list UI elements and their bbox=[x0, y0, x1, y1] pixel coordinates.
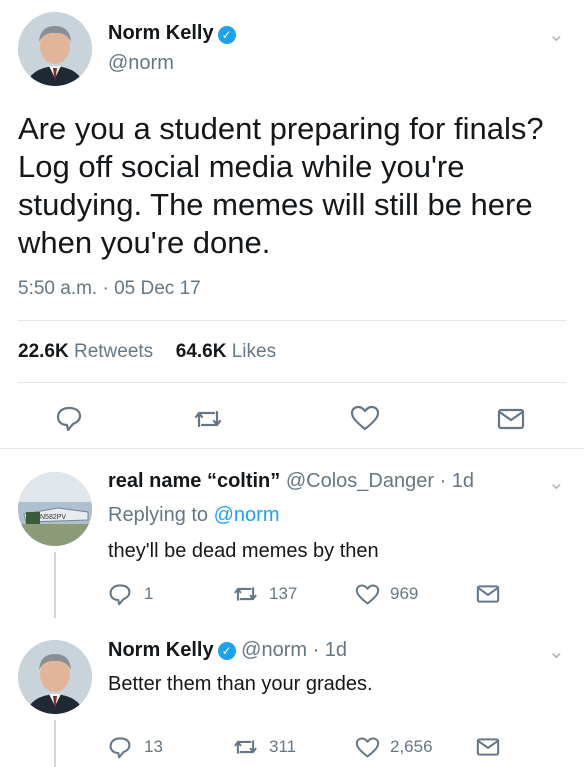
reply-count: 1 bbox=[144, 584, 154, 603]
divider bbox=[18, 382, 566, 383]
like-icon[interactable] bbox=[355, 736, 380, 759]
retweet-count: 311 bbox=[269, 737, 297, 756]
like-icon[interactable] bbox=[350, 404, 380, 432]
chevron-down-icon[interactable]: ⌄ bbox=[548, 22, 565, 47]
chevron-down-icon[interactable]: ⌄ bbox=[548, 639, 565, 664]
message-icon[interactable] bbox=[476, 583, 500, 605]
reply-icon[interactable] bbox=[55, 404, 83, 432]
message-icon[interactable] bbox=[476, 736, 500, 758]
thread-line bbox=[54, 552, 56, 618]
tweet-time[interactable]: · 1d bbox=[440, 470, 474, 492]
retweet-action[interactable]: 137 bbox=[232, 581, 297, 607]
retweet-count: 137 bbox=[269, 584, 298, 603]
like-count: 2,656 bbox=[390, 737, 433, 756]
divider bbox=[0, 448, 584, 449]
engagement-stats: 22.6K Retweets 64.6K Likes bbox=[18, 341, 276, 363]
like-action[interactable]: 969 bbox=[355, 581, 418, 607]
tweet-text: Are you a student preparing for finals? … bbox=[18, 111, 544, 260]
timestamp[interactable]: 5:50 a.m. · 05 Dec 17 bbox=[18, 278, 201, 300]
reply-count: 13 bbox=[144, 737, 163, 756]
retweets-stat[interactable]: 22.6K Retweets bbox=[18, 341, 158, 362]
reply-action[interactable]: 1 bbox=[108, 581, 153, 607]
author-handle[interactable]: @norm bbox=[108, 52, 174, 75]
like-action[interactable]: 2,656 bbox=[355, 734, 433, 760]
verified-icon: ✓ bbox=[217, 641, 236, 660]
retweet-icon[interactable] bbox=[232, 583, 259, 605]
tweet-time[interactable]: · 1d bbox=[313, 639, 347, 661]
reply-icon[interactable] bbox=[108, 582, 132, 606]
retweet-action[interactable]: 311 bbox=[232, 734, 296, 760]
author-handle[interactable]: @Colos_Danger bbox=[286, 470, 434, 492]
avatar[interactable] bbox=[18, 640, 92, 714]
author-name[interactable]: Norm Kelly bbox=[108, 639, 214, 661]
chevron-down-icon[interactable]: ⌄ bbox=[548, 470, 565, 495]
author-handle[interactable]: @norm bbox=[241, 639, 307, 661]
avatar[interactable] bbox=[18, 12, 92, 86]
replying-to-label: Replying to bbox=[108, 504, 209, 526]
tweet-text: they'll be dead memes by then bbox=[108, 540, 379, 562]
replying-to-link[interactable]: @norm bbox=[214, 504, 280, 526]
thread-line bbox=[54, 720, 56, 767]
verified-icon: ✓ bbox=[217, 25, 236, 44]
author-name[interactable]: Norm Kelly bbox=[108, 22, 214, 44]
avatar[interactable]: N582PV bbox=[18, 472, 92, 546]
like-icon[interactable] bbox=[355, 583, 380, 606]
retweet-icon[interactable] bbox=[192, 406, 224, 432]
divider bbox=[18, 320, 566, 321]
author-name[interactable]: real name “coltin” bbox=[108, 470, 280, 492]
retweet-icon[interactable] bbox=[232, 736, 259, 758]
svg-text:N582PV: N582PV bbox=[40, 514, 66, 521]
tweet-text: Better them than your grades. bbox=[108, 673, 373, 695]
reply-action[interactable]: 13 bbox=[108, 734, 163, 760]
message-icon[interactable] bbox=[497, 406, 525, 432]
like-count: 969 bbox=[390, 584, 419, 603]
reply-icon[interactable] bbox=[108, 735, 132, 759]
likes-stat[interactable]: 64.6K Likes bbox=[176, 341, 276, 362]
